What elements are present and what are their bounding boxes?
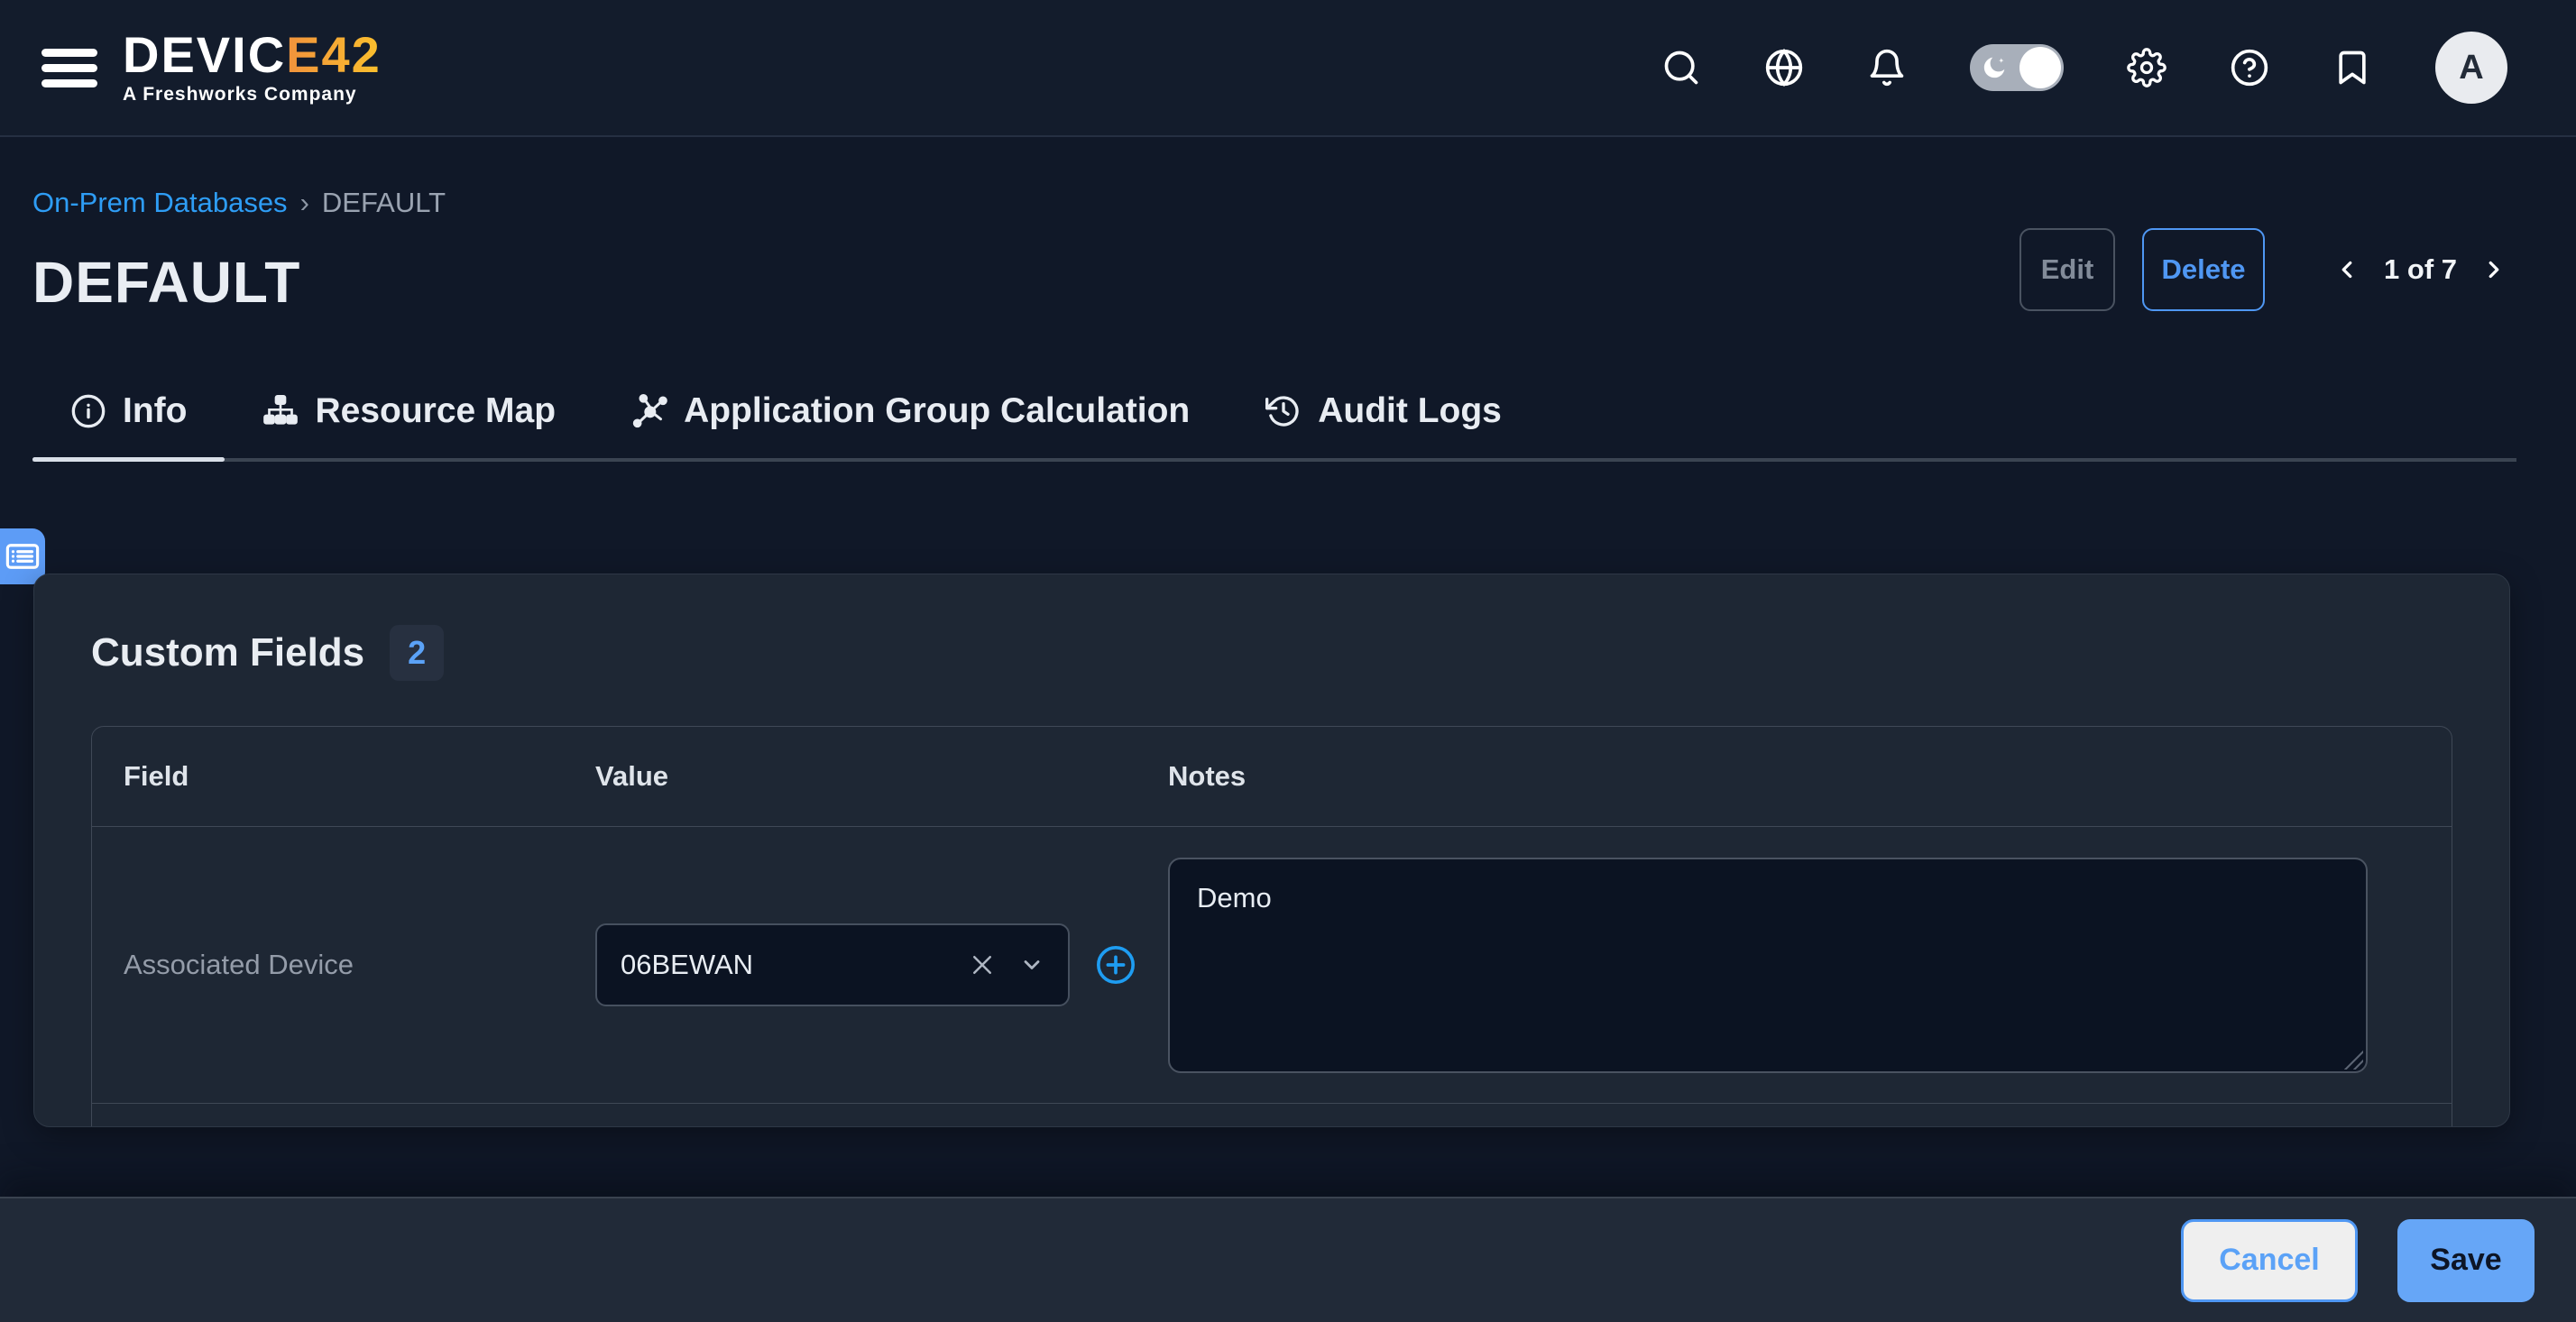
edit-button[interactable]: Edit xyxy=(2019,228,2115,311)
notes-textarea[interactable]: Demo xyxy=(1168,858,2368,1073)
search-icon[interactable] xyxy=(1661,48,1701,87)
save-button[interactable]: Save xyxy=(2397,1219,2535,1302)
delete-button[interactable]: Delete xyxy=(2142,228,2265,311)
globe-icon[interactable] xyxy=(1764,48,1804,87)
tab-audit-logs[interactable]: Audit Logs xyxy=(1228,391,1540,458)
add-device-button[interactable] xyxy=(1095,944,1136,986)
history-icon xyxy=(1265,393,1302,429)
settings-gear-icon[interactable] xyxy=(2127,48,2167,87)
select-value: 06BEWAN xyxy=(621,949,969,981)
tab-resource-map-label: Resource Map xyxy=(315,391,556,431)
sitemap-icon xyxy=(262,393,299,429)
tab-resource-map[interactable]: Resource Map xyxy=(225,391,593,458)
field-cell: Associated Device xyxy=(92,827,564,1103)
breadcrumb-separator: › xyxy=(300,187,309,219)
bookmark-icon[interactable] xyxy=(2332,48,2372,87)
hamburger-menu-icon[interactable] xyxy=(41,41,97,95)
tab-application-group-calculation-label: Application Group Calculation xyxy=(684,391,1190,431)
breadcrumb-parent-link[interactable]: On-Prem Databases xyxy=(32,187,288,219)
custom-fields-heading: Custom Fields 2 xyxy=(91,625,2452,681)
top-navbar: DEVICE42 A Freshworks Company A xyxy=(0,0,2576,137)
notes-cell: Demo xyxy=(1136,827,2452,1103)
value-cell: 06BEWAN xyxy=(564,827,1136,1103)
tab-info-label: Info xyxy=(123,391,187,431)
section-navigator-flyout-button[interactable] xyxy=(0,528,45,584)
field-label: Associated Device xyxy=(124,949,354,981)
table-header-row: Field Value Notes xyxy=(92,727,2452,826)
moon-icon xyxy=(1979,52,2010,83)
header-actions: A xyxy=(1661,32,2507,104)
tab-audit-logs-label: Audit Logs xyxy=(1318,391,1502,431)
custom-fields-table: Field Value Notes Associated Device 06BE… xyxy=(91,726,2452,1127)
associated-device-select[interactable]: 06BEWAN xyxy=(595,923,1070,1006)
avatar-initial: A xyxy=(2459,49,2483,87)
footer-action-bar: Cancel Save xyxy=(0,1197,2576,1322)
hub-network-icon xyxy=(631,393,667,429)
dark-mode-toggle[interactable] xyxy=(1970,44,2064,91)
next-record-icon[interactable] xyxy=(2480,256,2507,283)
info-icon xyxy=(70,393,106,429)
title-action-bar: Edit Delete 1 of 7 xyxy=(2019,228,2507,311)
cancel-button[interactable]: Cancel xyxy=(2181,1219,2358,1302)
list-view-icon xyxy=(4,537,41,575)
notifications-bell-icon[interactable] xyxy=(1867,48,1907,87)
user-avatar[interactable]: A xyxy=(2435,32,2507,104)
column-header-notes: Notes xyxy=(1136,727,2452,826)
toggle-knob xyxy=(2019,47,2061,88)
clear-selection-icon[interactable] xyxy=(969,951,996,978)
chevron-down-icon[interactable] xyxy=(1019,952,1044,978)
logo-tagline: A Freshworks Company xyxy=(123,84,382,106)
breadcrumb: On-Prem Databases › DEFAULT xyxy=(32,187,446,219)
table-row-partial xyxy=(92,1103,2452,1127)
custom-fields-count-badge: 2 xyxy=(390,625,444,681)
device42-logo[interactable]: DEVICE42 A Freshworks Company xyxy=(123,30,382,106)
table-row: Associated Device 06BEWAN xyxy=(92,826,2452,1103)
column-header-field: Field xyxy=(92,727,564,826)
pagination-label: 1 of 7 xyxy=(2384,253,2457,286)
help-icon[interactable] xyxy=(2230,48,2269,87)
custom-fields-title: Custom Fields xyxy=(91,630,364,675)
breadcrumb-current: DEFAULT xyxy=(322,187,446,219)
tab-bar: Info Resource Map Application Group Calc… xyxy=(32,391,2516,462)
logo-text-primary: DEVIC xyxy=(123,26,286,83)
previous-record-icon[interactable] xyxy=(2333,256,2360,283)
record-pagination: 1 of 7 xyxy=(2333,253,2507,286)
column-header-value: Value xyxy=(564,727,1136,826)
tab-info[interactable]: Info xyxy=(32,391,225,458)
logo-text-accent: E42 xyxy=(286,26,382,83)
page-title: DEFAULT xyxy=(32,249,300,316)
tab-application-group-calculation[interactable]: Application Group Calculation xyxy=(593,391,1228,458)
custom-fields-card: Custom Fields 2 Field Value Notes Associ… xyxy=(33,574,2510,1127)
